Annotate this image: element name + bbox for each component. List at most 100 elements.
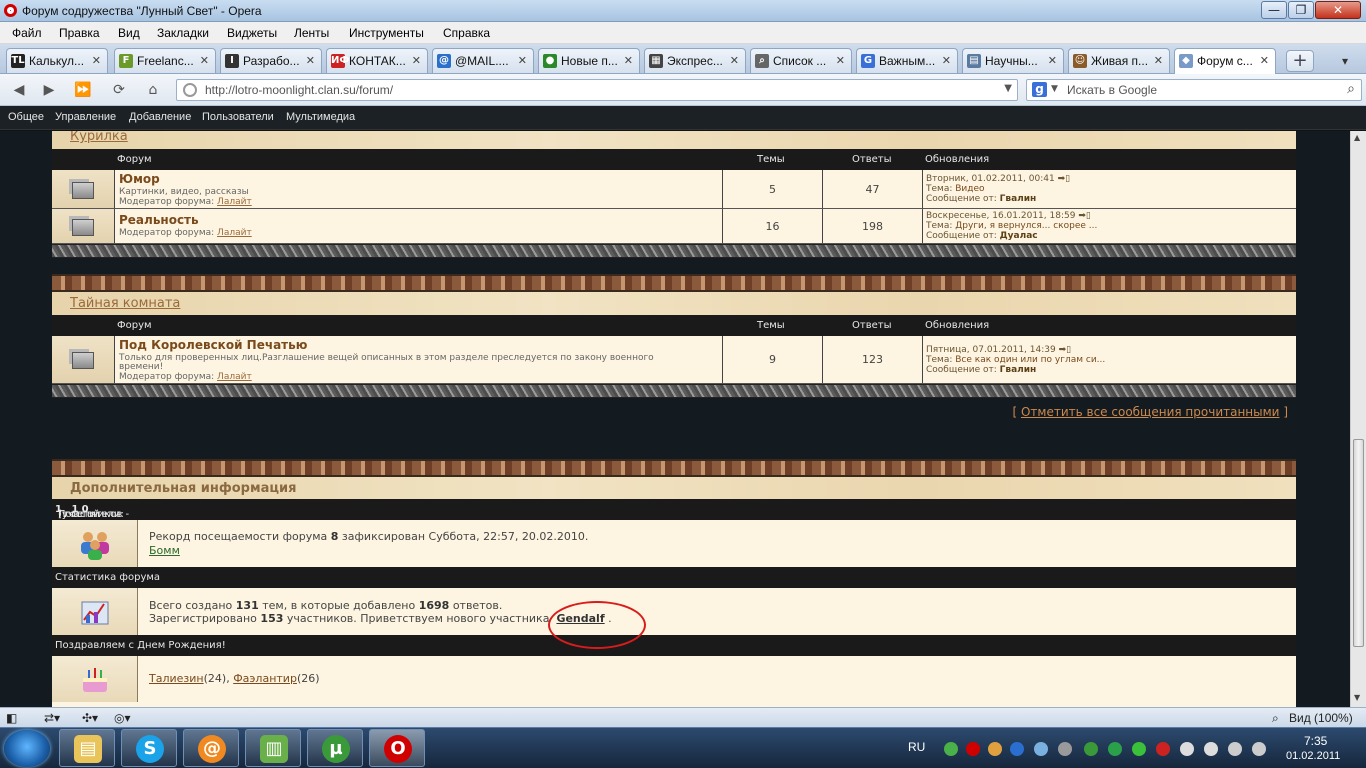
volume-icon[interactable] bbox=[1252, 742, 1266, 756]
zoom-level[interactable]: Вид (100%) bbox=[1289, 711, 1353, 725]
fast-forward-icon[interactable]: ⏩ bbox=[70, 79, 96, 101]
action-center-icon[interactable] bbox=[1180, 742, 1194, 756]
unite-icon[interactable]: ✣▾ bbox=[82, 711, 98, 725]
goto-post-icon[interactable]: ➡▯ bbox=[1058, 174, 1071, 184]
address-field[interactable]: http://lotro-moonlight.clan.su/forum/ ▼ bbox=[176, 79, 1018, 101]
tab-close-icon[interactable]: ✕ bbox=[200, 54, 209, 67]
start-button[interactable] bbox=[4, 730, 50, 767]
tab-close-icon[interactable]: ✕ bbox=[730, 54, 739, 67]
tray-icon[interactable] bbox=[1156, 742, 1170, 756]
scroll-down-icon[interactable]: ▼ bbox=[1354, 693, 1360, 702]
tab[interactable]: ИФ КОНТАК... ✕ bbox=[326, 48, 428, 73]
reload-icon[interactable]: ⟳ bbox=[106, 79, 132, 101]
site-nav-manage[interactable]: Управление bbox=[55, 111, 116, 123]
tab-close-icon[interactable]: ✕ bbox=[412, 54, 421, 67]
birthday-user-link[interactable]: Фаэлантир bbox=[233, 672, 297, 685]
scroll-thumb[interactable] bbox=[1353, 439, 1364, 647]
menu-feeds[interactable]: Ленты bbox=[294, 26, 329, 40]
menu-widgets[interactable]: Виджеты bbox=[227, 26, 277, 40]
tab-close-icon[interactable]: ✕ bbox=[836, 54, 845, 67]
tray-icon[interactable] bbox=[1058, 742, 1072, 756]
record-user-link[interactable]: Бомм bbox=[149, 544, 180, 557]
tab-close-icon[interactable]: ✕ bbox=[942, 54, 951, 67]
tab[interactable]: TL Калькул... ✕ bbox=[6, 48, 108, 73]
tab[interactable]: G Важным... ✕ bbox=[856, 48, 958, 73]
tray-icon[interactable] bbox=[1034, 742, 1048, 756]
site-nav-users[interactable]: Пользователи bbox=[202, 111, 274, 123]
tab[interactable]: F Freelanc... ✕ bbox=[114, 48, 216, 73]
new-tab-button[interactable]: + bbox=[1286, 50, 1314, 72]
taskbar-mail[interactable]: @ bbox=[183, 729, 239, 767]
network-icon[interactable] bbox=[1228, 742, 1242, 756]
tab[interactable]: ☺ Живая п... ✕ bbox=[1068, 48, 1170, 73]
clock-date[interactable]: 01.02.2011 bbox=[1286, 750, 1340, 762]
menu-file[interactable]: Файл bbox=[12, 26, 42, 40]
tab[interactable]: ⌕ Список ... ✕ bbox=[750, 48, 852, 73]
tab-close-icon[interactable]: ✕ bbox=[1260, 54, 1269, 67]
scroll-up-icon[interactable]: ▲ bbox=[1354, 133, 1360, 142]
tray-utorrent-icon[interactable] bbox=[1084, 742, 1098, 756]
taskbar-app[interactable]: ▥ bbox=[245, 729, 301, 767]
taskbar-explorer[interactable]: ▤ bbox=[59, 729, 115, 767]
menu-edit[interactable]: Правка bbox=[59, 26, 100, 40]
tray-icon[interactable] bbox=[1204, 742, 1218, 756]
menu-bookmarks[interactable]: Закладки bbox=[157, 26, 209, 40]
tab-menu-icon[interactable]: ▾ bbox=[1342, 54, 1348, 68]
home-icon[interactable]: ⌂ bbox=[140, 79, 166, 101]
category-title[interactable]: Курилка bbox=[70, 131, 128, 144]
taskbar-utorrent[interactable]: µ bbox=[307, 729, 363, 767]
chevron-down-icon[interactable]: ▼ bbox=[1004, 83, 1012, 94]
tab-close-icon[interactable]: ✕ bbox=[92, 54, 101, 67]
close-button[interactable]: ✕ bbox=[1315, 1, 1361, 19]
panel-toggle-icon[interactable]: ◧ bbox=[6, 711, 17, 725]
minimize-button[interactable]: — bbox=[1261, 1, 1287, 19]
forum-name[interactable]: Реальность bbox=[119, 213, 199, 227]
search-icon[interactable]: ⌕ bbox=[1347, 81, 1355, 97]
sync-icon[interactable]: ⇄▾ bbox=[44, 711, 60, 725]
site-nav-add[interactable]: Добавление bbox=[129, 111, 191, 123]
tab[interactable]: ▤ Научны... ✕ bbox=[962, 48, 1064, 73]
category-title[interactable]: Тайная комната bbox=[70, 296, 180, 311]
tab[interactable]: I Разрабо... ✕ bbox=[220, 48, 322, 73]
tab-close-icon[interactable]: ✕ bbox=[1154, 54, 1163, 67]
search-field[interactable]: g ▼ Искать в Google ⌕ bbox=[1026, 79, 1362, 101]
tab-close-icon[interactable]: ✕ bbox=[306, 54, 315, 67]
forward-icon[interactable]: ▶ bbox=[36, 79, 62, 101]
moderator-link[interactable]: Лалайт bbox=[217, 197, 252, 207]
maximize-button[interactable]: ❐ bbox=[1288, 1, 1314, 19]
birthday-user-link[interactable]: Талиезин bbox=[149, 672, 204, 685]
language-indicator[interactable]: RU bbox=[908, 740, 925, 754]
moderator-link[interactable]: Лалайт bbox=[217, 228, 252, 238]
taskbar-skype[interactable]: S bbox=[121, 729, 177, 767]
taskbar-opera[interactable]: O bbox=[369, 729, 425, 767]
goto-post-icon[interactable]: ➡▯ bbox=[1059, 345, 1072, 355]
forum-name[interactable]: Юмор bbox=[119, 172, 160, 186]
mark-all-read-link[interactable]: Отметить все сообщения прочитанными bbox=[1021, 405, 1280, 419]
bluetooth-icon[interactable] bbox=[1010, 742, 1024, 756]
back-icon[interactable]: ◀ bbox=[6, 79, 32, 101]
forum-name[interactable]: Под Королевской Печатью bbox=[119, 338, 307, 352]
menu-tools[interactable]: Инструменты bbox=[349, 26, 424, 40]
goto-post-icon[interactable]: ➡▯ bbox=[1078, 211, 1091, 221]
tab-close-icon[interactable]: ✕ bbox=[1048, 54, 1057, 67]
tab[interactable]: @ @MAIL.... ✕ bbox=[432, 48, 534, 73]
moderator-link[interactable]: Лалайт bbox=[217, 372, 252, 382]
clock-time[interactable]: 7:35 bbox=[1304, 734, 1327, 748]
menu-help[interactable]: Справка bbox=[443, 26, 490, 40]
menu-view[interactable]: Вид bbox=[118, 26, 140, 40]
tab-close-icon[interactable]: ✕ bbox=[624, 54, 633, 67]
vertical-scrollbar[interactable]: ▲ ▼ bbox=[1350, 131, 1366, 707]
tab-close-icon[interactable]: ✕ bbox=[518, 54, 527, 67]
site-nav-general[interactable]: Общее bbox=[8, 111, 44, 123]
turbo-icon[interactable]: ◎▾ bbox=[114, 711, 131, 725]
tab[interactable]: ● Новые п... ✕ bbox=[538, 48, 640, 73]
tray-icon[interactable] bbox=[1108, 742, 1122, 756]
tab[interactable]: ▦ Экспрес... ✕ bbox=[644, 48, 746, 73]
site-nav-multimedia[interactable]: Мультимедиа bbox=[286, 111, 355, 123]
tray-icon[interactable] bbox=[944, 742, 958, 756]
tray-opera-icon[interactable] bbox=[966, 742, 980, 756]
tab[interactable]: ◆ Форум с... ✕ bbox=[1174, 48, 1276, 74]
tray-icon[interactable] bbox=[988, 742, 1002, 756]
tray-mail-icon[interactable] bbox=[1132, 742, 1146, 756]
chevron-down-icon[interactable]: ▼ bbox=[1051, 84, 1058, 94]
